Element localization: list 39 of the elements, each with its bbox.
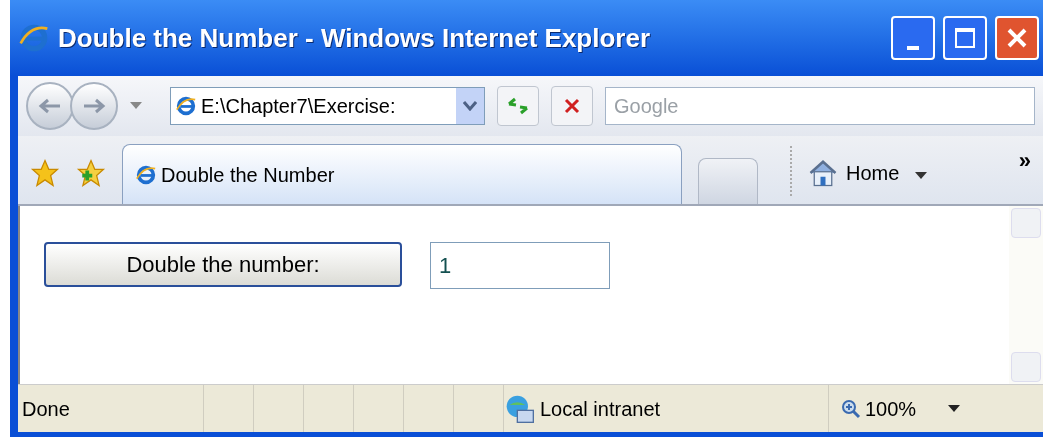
home-button[interactable]: Home <box>808 158 900 188</box>
stop-icon <box>563 97 581 115</box>
zoom-icon <box>841 398 861 419</box>
chevron-down-icon <box>463 101 477 111</box>
globe-e-icon <box>135 163 157 186</box>
double-button[interactable]: Double the number: <box>44 242 402 287</box>
status-text: Done <box>21 396 71 422</box>
dropdown-button[interactable] <box>456 88 484 124</box>
dropdown-arrow-icon <box>130 102 142 110</box>
forward-arrow-icon <box>82 98 106 114</box>
back-arrow-icon <box>38 98 62 114</box>
refresh-button[interactable] <box>497 86 539 126</box>
home-icon <box>808 159 838 187</box>
globe-e-icon <box>18 22 50 54</box>
close-button[interactable] <box>995 16 1039 60</box>
zoom-level[interactable]: 100% <box>828 385 917 432</box>
star-icon[interactable] <box>30 158 60 188</box>
address-text: E:\Chapter7\Exercise: <box>201 94 397 119</box>
number-field[interactable]: 1 <box>430 242 610 289</box>
globe-e-icon <box>175 95 197 117</box>
back-button[interactable] <box>26 82 74 130</box>
search-field[interactable]: Google <box>605 87 1035 125</box>
forward-button[interactable] <box>70 82 118 130</box>
network-icon <box>504 393 536 424</box>
maximize-button[interactable] <box>943 16 987 60</box>
more-chevron[interactable]: » <box>1018 144 1031 177</box>
close-icon <box>1005 26 1029 50</box>
minimize-button[interactable] <box>891 16 935 60</box>
add-star-icon[interactable] <box>76 158 106 188</box>
security-zone: Local intranet <box>503 385 828 432</box>
browser-tab[interactable]: Double the Number <box>122 144 682 204</box>
refresh-icon <box>506 96 530 116</box>
address-bar[interactable]: E:\Chapter7\Exercise: <box>170 87 485 125</box>
window-title: Double the Number - Windows Internet Explorer <box>58 21 651 55</box>
dropdown-arrow-icon[interactable] <box>948 404 961 413</box>
stop-button[interactable] <box>551 86 593 126</box>
scrollbar[interactable] <box>1009 206 1043 384</box>
new-tab-button[interactable] <box>698 158 758 204</box>
dropdown-arrow-icon <box>915 172 928 180</box>
